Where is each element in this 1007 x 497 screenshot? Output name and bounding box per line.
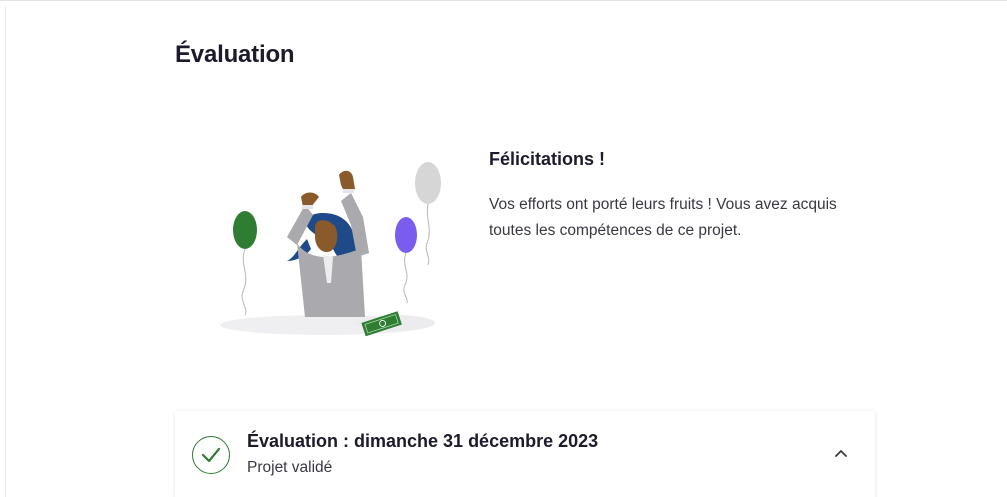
check-circle-icon (192, 436, 230, 474)
congrats-text: Vos efforts ont porté leurs fruits ! Vou… (489, 196, 837, 239)
grey-balloon (415, 162, 441, 266)
evaluation-page: Évaluation Félicitations ! Vos efforts o… (0, 0, 1007, 497)
celebration-illustration (220, 162, 441, 337)
evaluation-title: Évaluation : dimanche 31 décembre 2023 (247, 431, 599, 451)
woman-figure (287, 170, 369, 317)
congrats-panel: Félicitations ! Vos efforts ont porté le… (489, 149, 849, 244)
evaluation-card[interactable]: Évaluation : dimanche 31 décembre 2023 P… (175, 411, 875, 497)
green-balloon (233, 211, 257, 316)
left-divider (5, 7, 6, 497)
purple-balloon (395, 217, 417, 304)
evaluation-status: Projet validé (247, 459, 333, 476)
congrats-title: Félicitations ! (489, 149, 606, 169)
page-title: Évaluation (175, 41, 295, 68)
chevron-up-icon[interactable] (833, 447, 849, 459)
